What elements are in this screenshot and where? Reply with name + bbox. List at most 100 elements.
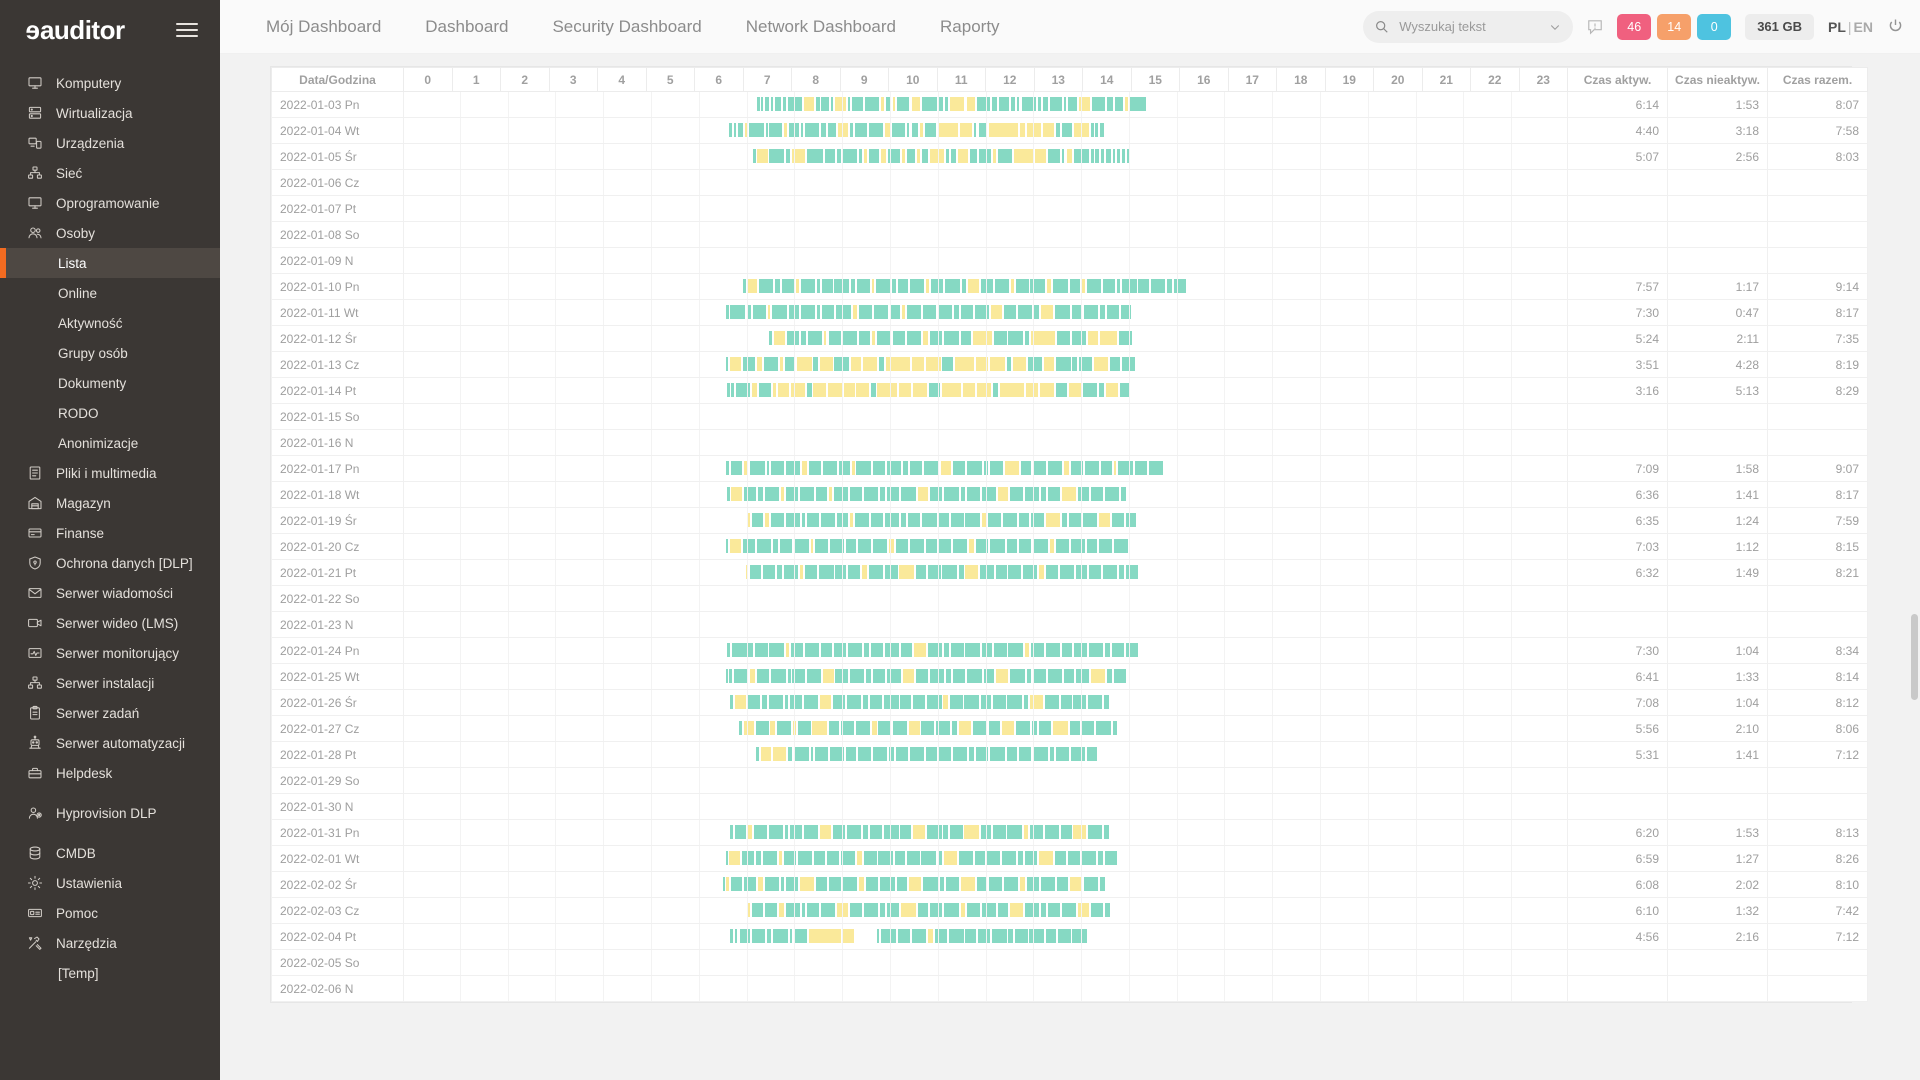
sidebar-item-komputery[interactable]: Komputery — [0, 68, 220, 98]
sidebar-item-osoby[interactable]: Osoby — [0, 218, 220, 248]
chevron-down-icon[interactable] — [1549, 21, 1561, 33]
table-row[interactable]: 2022-01-10 Pn 7:57 1:17 9:14 — [271, 273, 1868, 300]
sidebar-item-oprogramowanie[interactable]: Oprogramowanie — [0, 188, 220, 218]
sidebar-item-serwer-wiadomości[interactable]: Serwer wiadomości — [0, 578, 220, 608]
app-logo[interactable]: eeauditorauditor — [26, 15, 125, 46]
row-activity-timeline[interactable] — [403, 455, 1568, 482]
table-row[interactable]: 2022-01-11 Wt 7:30 0:47 8:17 — [271, 299, 1868, 326]
row-activity-timeline[interactable] — [403, 169, 1568, 196]
language-switcher[interactable]: PL | EN — [1828, 19, 1873, 35]
row-activity-timeline[interactable] — [403, 351, 1568, 378]
col-header-hour-21[interactable]: 21 — [1421, 67, 1471, 92]
row-activity-timeline[interactable] — [403, 793, 1568, 820]
table-row[interactable]: 2022-01-27 Cz 5:56 2:10 8:06 — [271, 715, 1868, 742]
row-activity-timeline[interactable] — [403, 949, 1568, 976]
table-row[interactable]: 2022-01-16 N — [271, 429, 1868, 456]
sidebar-item-cmdb[interactable]: CMDB — [0, 838, 220, 868]
col-header-inactive[interactable]: Czas nieaktyw. — [1667, 67, 1768, 92]
table-row[interactable]: 2022-02-06 N — [271, 975, 1868, 1002]
row-activity-timeline[interactable] — [403, 559, 1568, 586]
sidebar-item-pliki-i-multimedia[interactable]: Pliki i multimedia — [0, 458, 220, 488]
sidebar-subitem-grupy-osób[interactable]: Grupy osób — [0, 338, 220, 368]
table-row[interactable]: 2022-01-09 N — [271, 247, 1868, 274]
row-activity-timeline[interactable] — [403, 91, 1568, 118]
storage-indicator[interactable]: 361 GB — [1745, 13, 1815, 40]
row-activity-timeline[interactable] — [403, 403, 1568, 430]
row-activity-timeline[interactable] — [403, 585, 1568, 612]
sidebar-item-serwer-monitorujący[interactable]: Serwer monitorujący — [0, 638, 220, 668]
row-activity-timeline[interactable] — [403, 377, 1568, 404]
col-header-hour-7[interactable]: 7 — [742, 67, 792, 92]
row-activity-timeline[interactable] — [403, 195, 1568, 222]
table-row[interactable]: 2022-01-06 Cz — [271, 169, 1868, 196]
sidebar-item-hyprovision-dlp[interactable]: Hyprovision DLP — [0, 798, 220, 828]
row-activity-timeline[interactable] — [403, 117, 1568, 144]
sidebar-item-ustawienia[interactable]: Ustawienia — [0, 868, 220, 898]
sidebar-item-sieć[interactable]: Sieć — [0, 158, 220, 188]
col-header-hour-13[interactable]: 13 — [1033, 67, 1083, 92]
table-row[interactable]: 2022-01-18 Wt 6:36 1:41 8:17 — [271, 481, 1868, 508]
table-row[interactable]: 2022-01-23 N — [271, 611, 1868, 638]
table-row[interactable]: 2022-01-29 So — [271, 767, 1868, 794]
table-row[interactable]: 2022-01-05 Śr 5:07 2:56 8:03 — [271, 143, 1868, 170]
sidebar-item-serwer-wideo-lms[interactable]: Serwer wideo (LMS) — [0, 608, 220, 638]
table-row[interactable]: 2022-01-08 So — [271, 221, 1868, 248]
col-header-hour-5[interactable]: 5 — [645, 67, 695, 92]
row-activity-timeline[interactable] — [403, 221, 1568, 248]
table-row[interactable]: 2022-01-04 Wt 4:40 3:18 7:58 — [271, 117, 1868, 144]
table-row[interactable]: 2022-01-20 Cz 7:03 1:12 8:15 — [271, 533, 1868, 560]
col-header-hour-0[interactable]: 0 — [403, 67, 453, 92]
col-header-hour-3[interactable]: 3 — [548, 67, 598, 92]
search-box[interactable] — [1363, 10, 1574, 43]
col-header-hour-11[interactable]: 11 — [936, 67, 986, 92]
sidebar-item-pomoc[interactable]: Pomoc — [0, 898, 220, 928]
col-header-date[interactable]: Data/Godzina — [271, 67, 404, 92]
col-header-hour-8[interactable]: 8 — [791, 67, 841, 92]
row-activity-timeline[interactable] — [403, 637, 1568, 664]
sidebar-item-ochrona-danych-dlp[interactable]: Ochrona danych [DLP] — [0, 548, 220, 578]
col-header-hour-2[interactable]: 2 — [500, 67, 550, 92]
tab-m-j-dashboard[interactable]: Mój Dashboard — [244, 0, 403, 54]
tab-dashboard[interactable]: Dashboard — [403, 0, 530, 54]
table-row[interactable]: 2022-01-31 Pn 6:20 1:53 8:13 — [271, 819, 1868, 846]
row-activity-timeline[interactable] — [403, 299, 1568, 326]
row-activity-timeline[interactable] — [403, 325, 1568, 352]
sidebar-subitem-online[interactable]: Online — [0, 278, 220, 308]
table-row[interactable]: 2022-01-03 Pn 6:14 1:53 8:07 — [271, 91, 1868, 118]
sidebar-subitem-dokumenty[interactable]: Dokumenty — [0, 368, 220, 398]
sidebar-item-wirtualizacja[interactable]: Wirtualizacja — [0, 98, 220, 128]
status-badge-0[interactable]: 46 — [1617, 13, 1652, 40]
row-activity-timeline[interactable] — [403, 871, 1568, 898]
table-row[interactable]: 2022-01-19 Śr 6:35 1:24 7:59 — [271, 507, 1868, 534]
col-header-hour-10[interactable]: 10 — [888, 67, 938, 92]
col-header-hour-12[interactable]: 12 — [985, 67, 1035, 92]
hamburger-icon[interactable] — [172, 19, 202, 41]
sidebar-subitem-aktywność[interactable]: Aktywność — [0, 308, 220, 338]
col-header-hour-17[interactable]: 17 — [1227, 67, 1277, 92]
tab-raporty[interactable]: Raporty — [918, 0, 1022, 54]
table-row[interactable]: 2022-01-21 Pt 6:32 1:49 8:21 — [271, 559, 1868, 586]
row-activity-timeline[interactable] — [403, 715, 1568, 742]
search-input[interactable] — [1397, 18, 1542, 35]
row-activity-timeline[interactable] — [403, 741, 1568, 768]
sidebar-item-narzędzia[interactable]: Narzędzia — [0, 928, 220, 958]
row-activity-timeline[interactable] — [403, 143, 1568, 170]
status-badge-2[interactable]: 0 — [1697, 13, 1732, 40]
row-activity-timeline[interactable] — [403, 975, 1568, 1002]
table-row[interactable]: 2022-01-12 Śr 5:24 2:11 7:35 — [271, 325, 1868, 352]
col-header-hour-19[interactable]: 19 — [1324, 67, 1374, 92]
table-row[interactable]: 2022-02-01 Wt 6:59 1:27 8:26 — [271, 845, 1868, 872]
table-row[interactable]: 2022-01-22 So — [271, 585, 1868, 612]
status-badge-1[interactable]: 14 — [1657, 13, 1692, 40]
col-header-hour-14[interactable]: 14 — [1082, 67, 1132, 92]
row-activity-timeline[interactable] — [403, 689, 1568, 716]
table-row[interactable]: 2022-01-25 Wt 6:41 1:33 8:14 — [271, 663, 1868, 690]
row-activity-timeline[interactable] — [403, 429, 1568, 456]
row-activity-timeline[interactable] — [403, 533, 1568, 560]
table-row[interactable]: 2022-01-28 Pt 5:31 1:41 7:12 — [271, 741, 1868, 768]
vertical-scrollbar[interactable] — [1911, 614, 1918, 700]
col-header-hour-16[interactable]: 16 — [1179, 67, 1229, 92]
table-row[interactable]: 2022-01-26 Śr 7:08 1:04 8:12 — [271, 689, 1868, 716]
row-activity-timeline[interactable] — [403, 247, 1568, 274]
row-activity-timeline[interactable] — [403, 819, 1568, 846]
